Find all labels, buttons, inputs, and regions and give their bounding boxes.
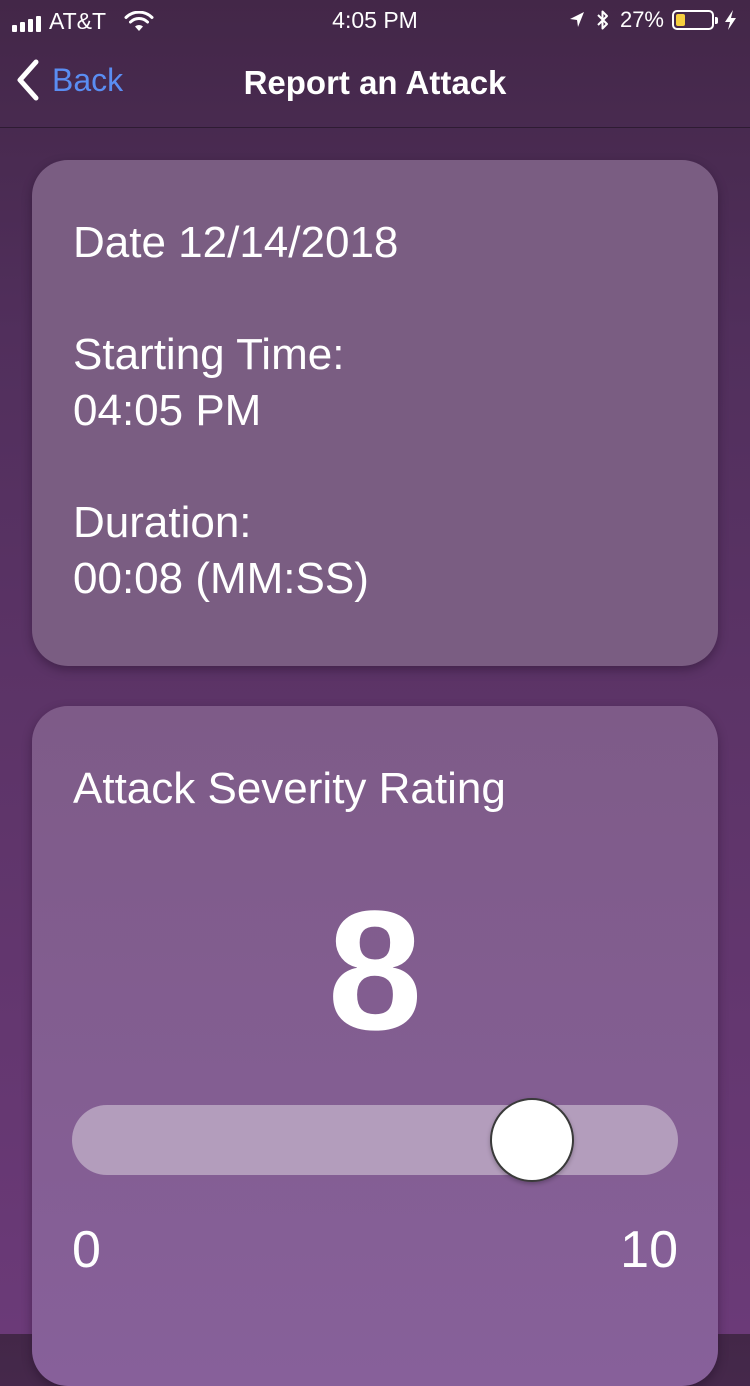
battery-level-fill [676,14,685,26]
severity-rating-card: Attack Severity Rating 8 0 10 [32,706,718,1386]
location-icon [569,12,584,27]
duration-value: 00:08 (MM:SS) [73,554,369,603]
battery-icon [672,10,718,30]
slider-min-label: 0 [72,1221,101,1279]
attack-info-card: Date 12/14/2018 Starting Time: 04:05 PM … [32,160,718,666]
charging-icon [725,10,736,30]
status-right: 27% [568,7,740,33]
starting-time-label: Starting Time: [73,330,345,379]
duration-label: Duration: [73,498,252,547]
bluetooth-icon [597,10,608,30]
battery-percent: 27% [619,7,664,32]
slider-thumb[interactable] [489,1098,574,1182]
slider-max-label: 10 [620,1221,678,1279]
severity-value: 8 [327,876,423,1066]
severity-slider[interactable] [72,1098,678,1182]
navigation-bar: Back Report an Attack [0,40,750,128]
severity-title: Attack Severity Rating [73,764,506,813]
status-bar: AT&T 4:05 PM 27% [0,0,750,40]
starting-time-value: 04:05 PM [73,386,262,435]
attack-date: Date 12/14/2018 [73,218,399,267]
slider-track[interactable] [72,1105,678,1175]
page-title: Report an Attack [243,64,507,101]
